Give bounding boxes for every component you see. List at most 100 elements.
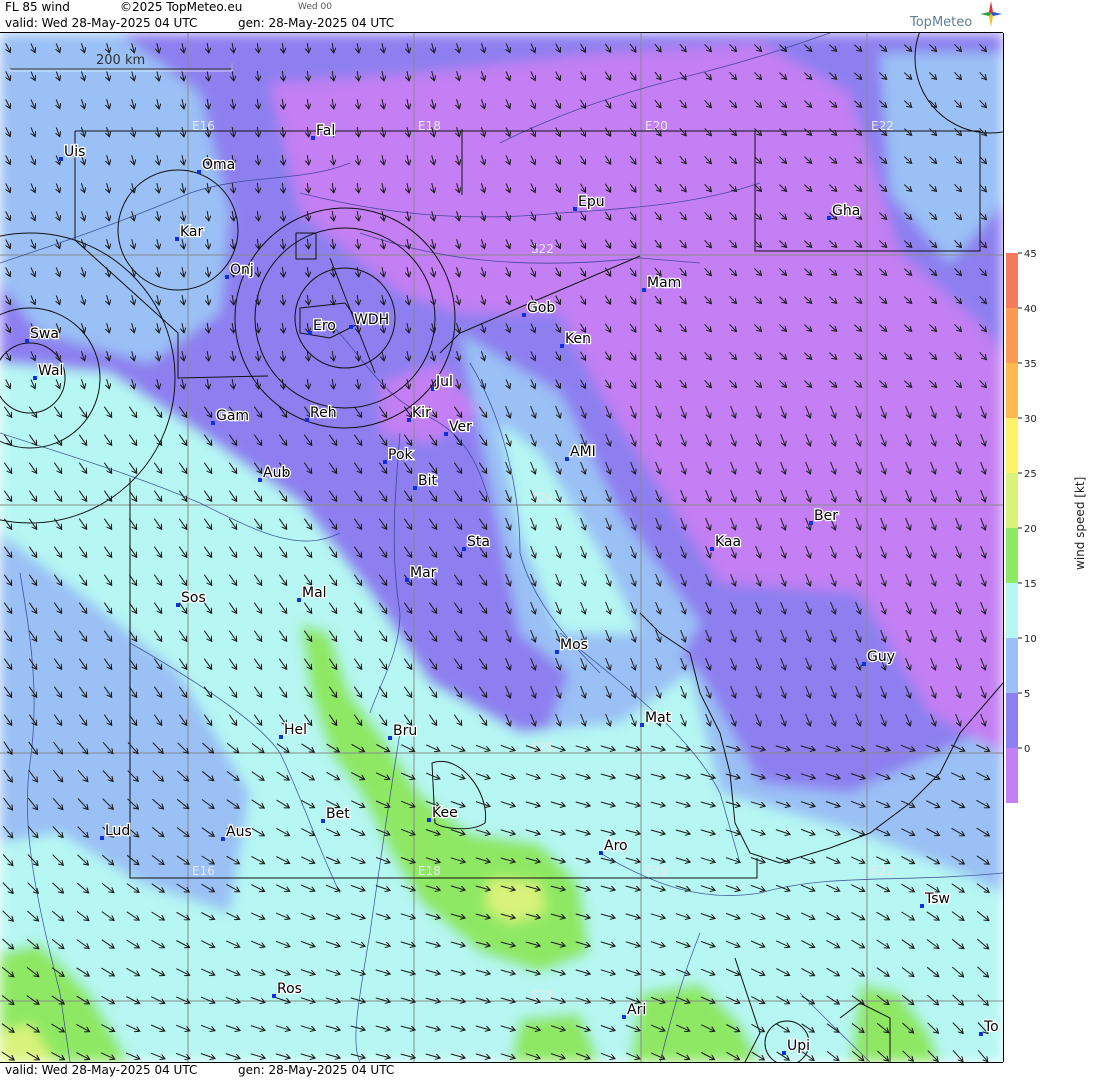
legend-swatch xyxy=(1006,473,1018,528)
place-marker[interactable]: Upi xyxy=(782,1037,811,1055)
place-label: Mos xyxy=(560,637,588,653)
place-dot-icon xyxy=(522,313,526,317)
legend-tick-label: 35 xyxy=(1024,359,1037,370)
legend-title: wind speed [kt] xyxy=(1073,477,1087,570)
place-label: Aub xyxy=(263,465,290,481)
wind-speed-colorbar: 45 40 35 30 25 20 15 10 5 0 wind speed [kt] xyxy=(1006,249,1087,803)
footer-generated-time: gen: 28-May-2025 04 UTC xyxy=(238,1063,395,1077)
place-marker[interactable]: Mos xyxy=(555,636,589,654)
place-label: WDH xyxy=(354,312,389,328)
footer: valid: Wed 28-May-2025 04 UTC gen: 28-Ma… xyxy=(0,1062,1003,1078)
place-marker[interactable]: Aus xyxy=(221,823,253,841)
place-marker[interactable]: Swa xyxy=(25,325,60,343)
place-dot-icon xyxy=(405,578,409,582)
place-marker[interactable]: AMI xyxy=(565,443,597,461)
place-label: Kee xyxy=(432,805,458,821)
place-marker[interactable]: Kee xyxy=(427,804,459,822)
place-dot-icon xyxy=(979,1032,983,1036)
place-dot-icon xyxy=(175,237,179,241)
legend-tick-label: 30 xyxy=(1024,414,1037,425)
footer-valid-time: valid: Wed 28-May-2025 04 UTC xyxy=(5,1063,198,1077)
place-marker[interactable]: Ver xyxy=(444,418,473,436)
place-label: Ari xyxy=(627,1002,646,1018)
legend-swatch xyxy=(1006,418,1018,473)
place-label: Lud xyxy=(105,823,130,839)
place-dot-icon xyxy=(462,547,466,551)
place-dot-icon xyxy=(33,376,37,380)
place-dot-icon xyxy=(211,421,215,425)
place-label: Ros xyxy=(277,981,302,997)
lon-label: E18 xyxy=(418,864,441,878)
place-marker[interactable]: Ros xyxy=(272,980,303,998)
compass-logo-icon xyxy=(980,1,1002,27)
place-dot-icon xyxy=(221,837,225,841)
place-marker[interactable]: Ber xyxy=(809,507,839,525)
place-label: Uis xyxy=(64,144,85,160)
place-label: Bit xyxy=(418,473,437,489)
legend-tick-label: 20 xyxy=(1024,524,1037,535)
scale-bar-label: 200 km xyxy=(96,53,145,68)
place-dot-icon xyxy=(622,1015,626,1019)
place-marker[interactable]: Pok xyxy=(383,446,415,464)
generated-time: gen: 28-May-2025 04 UTC xyxy=(238,16,395,30)
place-marker[interactable]: Tsw xyxy=(920,890,951,908)
place-marker[interactable]: Reh xyxy=(305,404,338,422)
place-marker[interactable]: Guy xyxy=(862,648,896,666)
place-label: Guy xyxy=(867,649,895,665)
place-marker[interactable]: Mam xyxy=(642,274,683,292)
place-marker[interactable]: Wal xyxy=(33,362,65,380)
place-dot-icon xyxy=(555,650,559,654)
place-dot-icon xyxy=(920,904,924,908)
legend-swatch xyxy=(1006,638,1018,693)
place-dot-icon xyxy=(297,598,301,602)
place-label: Ken xyxy=(565,331,591,347)
place-label: To xyxy=(983,1019,999,1035)
place-marker[interactable]: Ken xyxy=(560,330,592,348)
place-marker[interactable]: Ero xyxy=(308,317,337,335)
legend-swatch xyxy=(1006,693,1018,748)
place-marker[interactable]: Bru xyxy=(388,722,418,740)
place-marker[interactable]: Oma xyxy=(197,156,237,174)
place-dot-icon xyxy=(565,457,569,461)
place-dot-icon xyxy=(279,735,283,739)
place-dot-icon xyxy=(59,157,63,161)
place-marker[interactable]: Aub xyxy=(258,464,292,482)
legend-tick-label: 40 xyxy=(1024,304,1037,315)
place-label: Pok xyxy=(388,447,414,463)
place-marker[interactable]: Sos xyxy=(176,589,207,607)
place-dot-icon xyxy=(100,836,104,840)
wind-speed-field xyxy=(0,33,1003,1062)
valid-time: valid: Wed 28-May-2025 04 UTC xyxy=(5,16,198,30)
place-dot-icon xyxy=(560,344,564,348)
lon-label: E22 xyxy=(871,864,894,878)
place-marker[interactable]: Kar xyxy=(175,223,205,241)
place-marker[interactable]: Gam xyxy=(211,407,250,425)
place-marker[interactable]: Hel xyxy=(279,721,308,739)
place-marker[interactable]: Mal xyxy=(297,584,328,602)
place-label: Bru xyxy=(393,723,417,739)
place-dot-icon xyxy=(862,662,866,666)
place-label: Epu xyxy=(578,194,605,210)
place-marker[interactable]: Epu xyxy=(573,193,606,211)
legend-tick-label: 25 xyxy=(1024,469,1037,480)
legend-swatch xyxy=(1006,748,1018,803)
place-marker[interactable]: Aro xyxy=(599,837,629,855)
place-dot-icon xyxy=(782,1051,786,1055)
place-dot-icon xyxy=(413,486,417,490)
place-marker[interactable]: Mat xyxy=(640,709,673,727)
place-marker[interactable]: Kaa xyxy=(710,533,742,551)
place-dot-icon xyxy=(640,723,644,727)
place-label: Aus xyxy=(226,824,252,840)
place-marker[interactable]: Gha xyxy=(827,202,862,220)
place-marker[interactable]: Mar xyxy=(405,564,438,582)
day-tag: Wed 00 xyxy=(298,2,332,12)
wind-map[interactable]: E16 E18 E20 E22 E16 E18 E20 E22 S22 S24 … xyxy=(0,33,1004,1062)
place-marker[interactable]: Bet xyxy=(321,805,351,823)
place-marker[interactable]: Onj xyxy=(225,261,255,279)
place-marker[interactable]: Sta xyxy=(462,533,491,551)
place-marker[interactable]: Gob xyxy=(522,299,557,317)
place-dot-icon xyxy=(349,325,353,329)
place-dot-icon xyxy=(827,216,831,220)
place-marker[interactable]: Lud xyxy=(100,822,132,840)
place-marker[interactable]: WDH xyxy=(349,311,390,329)
